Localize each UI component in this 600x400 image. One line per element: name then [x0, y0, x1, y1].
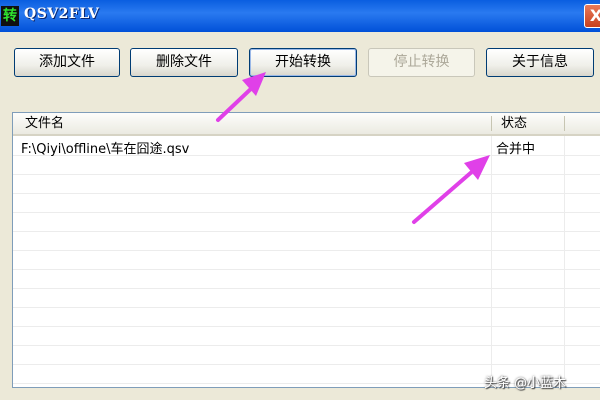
- arrow-to-status-cell: [412, 155, 490, 224]
- watermark-text: 头条 @小蓝木: [484, 376, 567, 391]
- arrow-to-start-button: [216, 72, 266, 122]
- annotation-arrows: [216, 72, 490, 224]
